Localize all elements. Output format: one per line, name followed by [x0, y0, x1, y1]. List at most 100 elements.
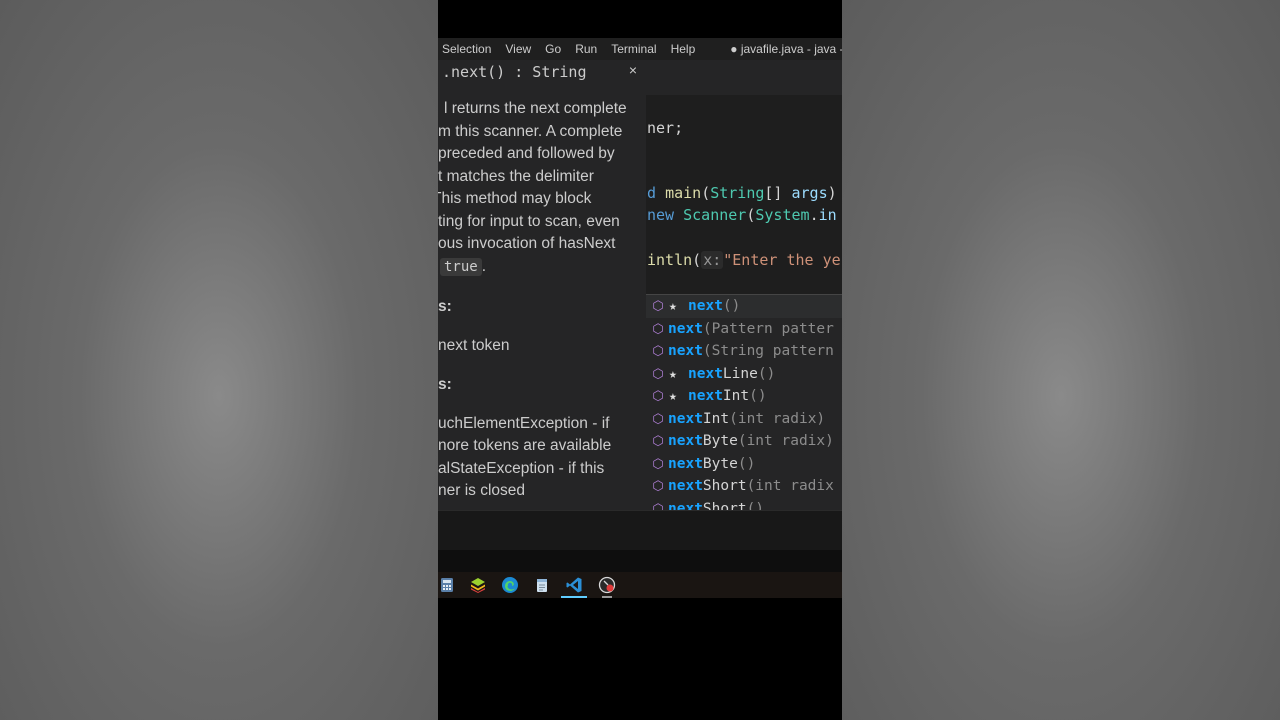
suggestion-item[interactable]: ⬡ ★ next(): [646, 295, 842, 318]
doc-line: l returns the next complete: [444, 100, 627, 117]
doc-line-tail: true.: [440, 256, 646, 279]
menu-run[interactable]: Run: [568, 42, 604, 56]
code-token: .: [809, 206, 819, 224]
suggestion-name-rest: Line: [722, 365, 758, 382]
menu-help[interactable]: Help: [664, 42, 703, 56]
code-token: new: [647, 206, 684, 224]
edge-icon[interactable]: [501, 576, 519, 594]
suggestion-match: next: [688, 388, 723, 404]
windows-taskbar: [438, 572, 842, 598]
menu-terminal[interactable]: Terminal: [604, 42, 663, 56]
code-token: []: [764, 184, 792, 202]
doc-line: preceded and followed by: [438, 145, 615, 162]
method-cube-icon: ⬡: [652, 411, 664, 427]
suggestion-item[interactable]: ⬡ next(String pattern: [646, 340, 842, 363]
suggestion-name-rest: Byte: [702, 433, 738, 449]
suggestion-params: (int radix): [737, 433, 834, 449]
throws-heading: s:: [438, 376, 452, 393]
method-cube-icon: ⬡: [652, 299, 664, 314]
suggestion-name-rest: Int: [722, 388, 750, 404]
window-title: ● javafile.java - java - V: [730, 42, 842, 56]
editor-area: ner; d main(String[] args) new Scanner(S…: [438, 60, 842, 511]
suggestion-item[interactable]: ⬡ nextShort(): [646, 498, 842, 512]
suggestion-item[interactable]: ⬡ nextInt(int radix): [646, 408, 842, 431]
hover-documentation-popup: .next() : String × l returns the next co…: [438, 60, 646, 510]
suggestion-match: next: [668, 478, 703, 494]
code-token: args: [791, 184, 828, 202]
suggestion-name-rest: Int: [702, 410, 730, 427]
code-token: "Enter the ye: [723, 251, 841, 269]
doc-line: m this scanner. A complete: [438, 122, 623, 140]
throws-line: alStateException - if this: [438, 459, 605, 477]
suggestion-params: (Pattern patter: [702, 320, 834, 337]
doc-line: ous invocation of hasNext: [438, 235, 616, 252]
suggestion-name-rest: Byte: [702, 455, 738, 472]
suggestion-params: (): [757, 365, 776, 382]
calculator-icon[interactable]: [438, 576, 456, 594]
documentation-body: l returns the next complete m this scann…: [438, 98, 646, 503]
code-token: String: [710, 184, 765, 202]
suggestion-item[interactable]: ⬡ next(Pattern patter: [646, 318, 842, 341]
method-cube-icon: ⬡: [652, 366, 664, 382]
bluestacks-icon[interactable]: [469, 576, 487, 594]
suggestion-match: next: [688, 298, 723, 314]
suggestion-item[interactable]: ⬡ nextByte(): [646, 453, 842, 476]
method-cube-icon: ⬡: [652, 434, 664, 449]
suggestion-params: (): [737, 455, 756, 472]
screen-recorder-icon[interactable]: [598, 576, 616, 598]
suggestion-name-rest: Short: [702, 478, 747, 494]
code-token: in: [818, 206, 837, 224]
code-token: main: [665, 184, 702, 202]
code-token: ner;: [647, 119, 684, 137]
method-cube-icon: ⬡: [652, 321, 664, 337]
suggestion-item[interactable]: ⬡ ★ nextInt(): [646, 385, 842, 408]
suggestion-widget: ⬡ ★ next() ⬡ next(Pattern patter ⬡ next(String…: [646, 294, 842, 511]
code-line-main: d main(String[] args): [647, 183, 837, 203]
blurred-background-right: [842, 0, 1280, 720]
method-signature: .next() : String: [442, 63, 587, 81]
parameter-hint: x:: [701, 251, 724, 269]
menu-selection[interactable]: Selection: [438, 42, 498, 56]
suggestion-item[interactable]: ⬡ nextByte(int radix): [646, 430, 842, 453]
method-cube-icon: ⬡: [652, 344, 664, 359]
doc-line: t matches the delimiter: [438, 167, 594, 185]
code-token: ): [827, 184, 837, 202]
code-line-scanner: new Scanner(System.in: [647, 205, 837, 225]
menu-go[interactable]: Go: [538, 42, 568, 56]
suggestion-match: next: [668, 433, 703, 449]
star-icon: ★: [669, 389, 677, 404]
suggestion-item[interactable]: ⬡ ★ nextLine(): [646, 363, 842, 386]
code-line-import: ner;: [647, 118, 683, 138]
code-token: (: [701, 184, 711, 202]
method-cube-icon: ⬡: [652, 479, 664, 494]
suggestion-match: next: [688, 365, 723, 382]
status-gap: [438, 550, 842, 572]
suggestion-match: next: [668, 320, 703, 337]
doc-line: This method may block: [438, 190, 592, 207]
menu-bar: Selection View Go Run Terminal Help ● ja…: [438, 38, 842, 60]
blurred-background-left: [0, 0, 438, 720]
close-icon[interactable]: ×: [629, 62, 637, 78]
suggestion-match: next: [668, 455, 703, 472]
menu-view[interactable]: View: [498, 42, 538, 56]
code-token: intln: [647, 251, 693, 269]
suggestion-params: (String pattern: [702, 343, 834, 359]
code-token: System: [755, 206, 810, 224]
returns-heading: s:: [438, 298, 452, 315]
suggestion-params: (): [749, 388, 767, 404]
notepad-icon[interactable]: [533, 576, 551, 594]
doc-line: ting for input to scan, even: [438, 212, 620, 230]
code-token: (: [692, 251, 702, 269]
suggestion-match: next: [668, 410, 703, 427]
code-token: Scanner: [683, 206, 747, 224]
throws-line: uchElementException - if: [438, 414, 610, 432]
vscode-icon[interactable]: [561, 576, 587, 598]
suggestion-match: next: [668, 343, 703, 359]
panel-area: [438, 510, 842, 551]
star-icon: ★: [669, 299, 677, 314]
star-icon: ★: [669, 366, 677, 382]
code-line-println: intln(x: "Enter the ye: [647, 250, 841, 270]
suggestion-params: (): [722, 298, 741, 314]
suggestion-item[interactable]: ⬡ nextShort(int radix: [646, 475, 842, 498]
method-cube-icon: ⬡: [652, 456, 664, 472]
